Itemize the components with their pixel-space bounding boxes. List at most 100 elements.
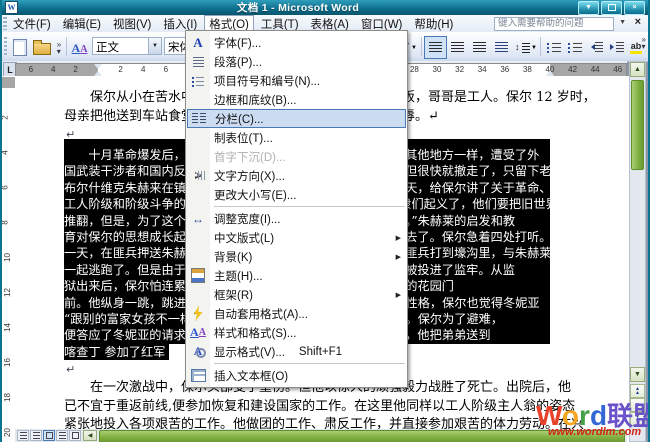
submenu-arrow-icon: ▶ — [396, 253, 401, 261]
format-menu-item-17[interactable]: 样式和格式(S)... — [186, 323, 407, 342]
format-menu-item-3[interactable]: 项目符号和编号(N)... — [186, 71, 407, 90]
scroll-down-button[interactable]: ▼ — [630, 367, 645, 382]
selected-text-line[interactable]: 喀查丁 参加了红军 — [64, 344, 169, 360]
format-menu-item-8[interactable]: 文字方向(X)... — [186, 166, 407, 185]
bullets-button[interactable] — [563, 36, 586, 59]
outline-view-button[interactable] — [56, 430, 68, 441]
format-menu-item-14[interactable]: 主题(H)... — [186, 266, 407, 285]
distribute-button[interactable] — [490, 36, 513, 59]
toolbar-separator — [421, 37, 422, 56]
menu-item-label: 自动套用格式(A)... — [214, 306, 308, 322]
style-combobox[interactable]: 正文 ▼ — [92, 37, 162, 55]
vertical-scrollbar-thumb[interactable] — [631, 80, 644, 170]
paragraph-mark: ↵ — [66, 363, 75, 376]
format-menu-item-9[interactable]: 更改大小写(E)... — [186, 185, 407, 204]
menu-item-shortcut: Shift+F1 — [299, 346, 342, 358]
help-question-input[interactable]: 键入需要帮助的问题 — [494, 17, 614, 31]
decrease-indent-button[interactable] — [584, 36, 607, 59]
menubar-item-3[interactable]: 视图(V) — [108, 15, 156, 33]
ruler-number: 2 — [118, 65, 122, 74]
submenu-arrow-icon: ▶ — [396, 234, 401, 242]
format-menu-item-18[interactable]: 显示格式(V)...Shift+F1 — [186, 342, 407, 361]
print-layout-view-button[interactable] — [43, 430, 55, 441]
minimize-button[interactable]: ▼ — [578, 1, 599, 15]
toolbar-overflow-button[interactable]: »▾ — [52, 36, 66, 59]
toolbar-overflow-right-icon[interactable]: »▾ — [642, 36, 646, 50]
restore-button[interactable] — [601, 1, 622, 15]
close-button[interactable]: × — [624, 1, 645, 15]
ruler-number: 46 — [613, 65, 622, 74]
menu-item-label: 段落(P)... — [214, 54, 262, 70]
format-menu-item-11[interactable]: 调整宽度(I)... — [186, 209, 407, 228]
align-center-button[interactable] — [446, 36, 469, 59]
reading-layout-view-button[interactable] — [69, 430, 81, 441]
vertical-scrollbar[interactable]: ▲ ▼ ▲▲ ○ ▼▼ — [629, 61, 646, 442]
autoformat-icon — [188, 305, 208, 322]
align-right-icon — [473, 42, 486, 53]
word-window: W 文档 1 - Microsoft Word ▼ × 文件(F)编辑(E)视图… — [0, 0, 650, 442]
ruler-number: 18 — [3, 393, 12, 402]
align-left-button[interactable] — [424, 36, 447, 59]
format-menu-item-15[interactable]: 框架(R)▶ — [186, 285, 407, 304]
menu-item-no-icon — [188, 286, 208, 303]
ruler-number: 8 — [1, 220, 10, 224]
increase-indent-button[interactable] — [605, 36, 628, 59]
format-menu-item-5[interactable]: 分栏(C)... — [187, 109, 406, 128]
format-menu-item-20[interactable]: 插入文本框(O) — [186, 366, 407, 385]
numbering-button[interactable] — [542, 36, 565, 59]
toolbar-separator — [540, 37, 541, 56]
document-line[interactable]: 已不宜于重返前线,便参加恢复和建设国家的工作。在这里他同样以工人阶级主人翁的姿态 — [64, 398, 594, 417]
ruler-number: 6 — [1, 185, 10, 189]
web-layout-view-button[interactable] — [30, 430, 42, 441]
align-center-icon — [451, 42, 464, 53]
word-app-icon: W — [5, 1, 18, 14]
menubar-item-1[interactable]: 文件(F) — [8, 15, 56, 33]
help-dropdown-icon[interactable]: ▼ — [619, 19, 626, 26]
format-menu-item-13[interactable]: 背景(K)▶ — [186, 247, 407, 266]
textbox-icon — [188, 367, 208, 384]
scroll-left-button[interactable]: ◀ — [83, 430, 97, 441]
format-menu-item-6[interactable]: 制表位(T)... — [186, 128, 407, 147]
menu-item-label: 字体(F)... — [214, 35, 261, 51]
print-layout-icon — [46, 432, 53, 439]
format-menu-item-16[interactable]: 自动套用格式(A)... — [186, 304, 407, 323]
watermark-url: www.wordlm.com — [548, 426, 641, 438]
format-menu-item-1[interactable]: 字体(F)... — [186, 33, 407, 52]
close-icon: × — [632, 4, 636, 11]
title-bar: W 文档 1 - Microsoft Word ▼ × — [2, 0, 648, 15]
ruler-number: 28 — [410, 65, 419, 74]
menubar-item-2[interactable]: 编辑(E) — [58, 15, 106, 33]
highlight-icon: ab — [630, 41, 643, 54]
vertical-ruler[interactable]: 2468101214161820 — [2, 76, 16, 442]
indent-marker[interactable] — [94, 64, 102, 76]
styles-and-formatting-button[interactable]: AA — [68, 36, 91, 59]
right-indent-marker[interactable] — [546, 66, 554, 76]
format-menu-item-4[interactable]: 边框和底纹(B)... — [186, 90, 407, 109]
reading-layout-icon — [72, 432, 79, 439]
ruler-number: 2 — [1, 115, 10, 119]
menu-item-label: 中文版式(L) — [214, 230, 274, 246]
menubar-close-icon[interactable]: × — [635, 16, 641, 28]
format-menu-item-2[interactable]: 段落(P)... — [186, 52, 407, 71]
open-button[interactable] — [30, 36, 53, 59]
scroll-up-button[interactable]: ▲ — [630, 62, 645, 77]
ruler-number: 6 — [164, 65, 168, 74]
web-layout-icon — [33, 432, 40, 439]
align-left-icon — [429, 42, 442, 53]
menubar-item-9[interactable]: 帮助(H) — [409, 15, 458, 33]
decrease-indent-icon — [588, 42, 603, 53]
line-spacing-dropdown-icon[interactable]: ▼ — [531, 45, 537, 51]
format-menu-item-12[interactable]: 中文版式(L) ▶ — [186, 228, 407, 247]
align-right-button[interactable] — [468, 36, 491, 59]
style-dropdown-icon[interactable]: ▼ — [148, 38, 161, 54]
ruler-number: 30 — [433, 65, 442, 74]
format-menu-dropdown: 字体(F)... 段落(P)...项目符号和编号(N)...边框和底纹(B)...… — [185, 30, 408, 388]
line-spacing-button[interactable]: ▼ — [512, 36, 540, 59]
normal-view-button[interactable] — [17, 430, 29, 441]
ruler-number: 4 — [141, 65, 145, 74]
toolbar-grip-handle[interactable] — [4, 37, 7, 56]
ruler-number: 34 — [478, 65, 487, 74]
bullets-icon — [568, 42, 582, 53]
character-scale-dropdown-icon[interactable]: ▼ — [411, 45, 417, 51]
new-document-button[interactable] — [8, 36, 31, 59]
